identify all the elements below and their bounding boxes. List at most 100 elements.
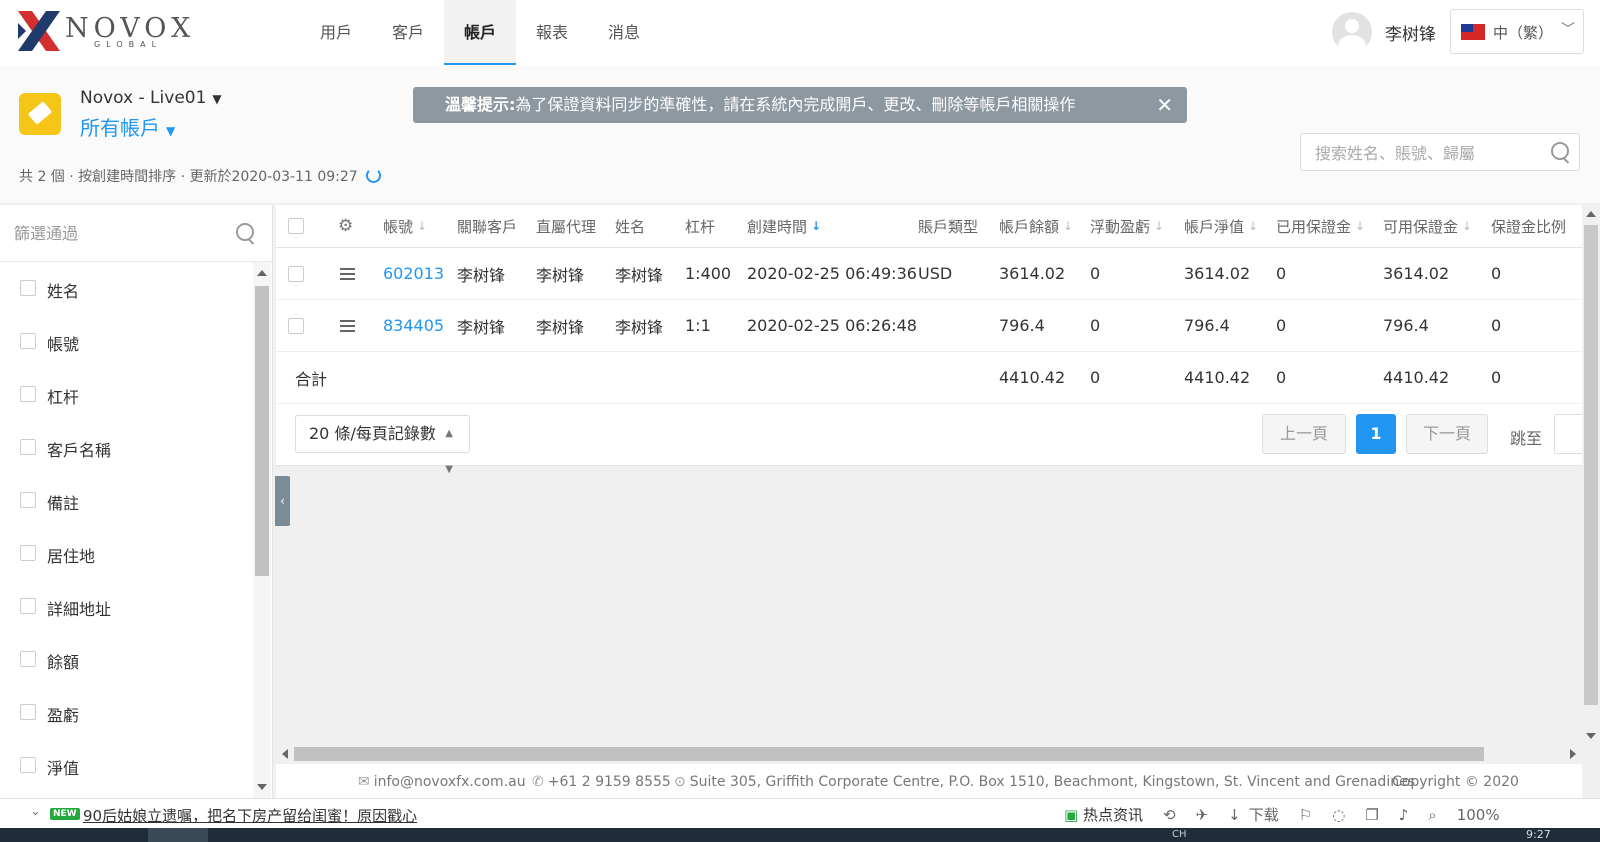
filter-item-residence[interactable]: 居住地 <box>0 527 252 580</box>
next-page-button[interactable]: 下一頁 <box>1406 414 1488 454</box>
download-icon[interactable]: ↓ <box>1228 806 1241 824</box>
nav-accounts[interactable]: 帳戶 <box>444 0 516 66</box>
checkbox[interactable] <box>20 651 36 667</box>
gear-icon[interactable]: ⚙ <box>338 216 353 236</box>
filter-item-balance[interactable]: 餘額 <box>0 633 252 686</box>
news-link[interactable]: 90后姑娘立遗嘱，把名下房产留给闺蜜！原因戳心 <box>83 805 417 826</box>
account-subheader: Novox - Live01 ▼ 所有帳戶 ▼ 溫馨提示:為了保證資料同步的準確性，… <box>0 65 1600 203</box>
account-link[interactable]: 602013 <box>383 248 444 299</box>
checkbox[interactable] <box>20 757 36 773</box>
checkbox[interactable] <box>20 545 36 561</box>
margin-ratio: 0 <box>1491 316 1502 335</box>
close-icon[interactable]: ✕ <box>1156 87 1173 123</box>
col-account[interactable]: 帳號 ↓ <box>383 205 427 247</box>
col-equity[interactable]: 帳戶淨值 ↓ <box>1184 205 1258 247</box>
sort-icon[interactable]: ↓ <box>1355 219 1365 233</box>
filter-item-leverage[interactable]: 杠杆 <box>0 368 252 421</box>
checkbox[interactable] <box>20 439 36 455</box>
horizontal-scrollbar[interactable] <box>276 745 1582 763</box>
scroll-left-icon[interactable] <box>282 749 288 759</box>
search-icon[interactable] <box>1551 142 1569 160</box>
page-size-select[interactable]: 20 條/每頁記錄數 ▲ ▼ <box>295 415 470 475</box>
footer-email[interactable]: ✉ info@novoxfx.com.au <box>358 774 526 790</box>
prev-page-button[interactable]: 上一頁 <box>1262 414 1346 454</box>
sort-icon[interactable]: ↓ <box>1248 219 1258 233</box>
novox-logo[interactable]: NOVOX GLOBAL <box>18 11 190 53</box>
server-selector[interactable]: Novox - Live01 ▼ <box>80 88 222 108</box>
nav-clients[interactable]: 客戶 <box>372 0 444 63</box>
zoom-level[interactable]: 100% <box>1457 806 1500 824</box>
sort-icon[interactable]: ↓ <box>1063 219 1073 233</box>
account-link[interactable]: 834405 <box>383 300 444 351</box>
col-floating[interactable]: 浮動盈虧 ↓ <box>1090 205 1164 247</box>
jump-page-input[interactable] <box>1554 414 1582 454</box>
footer-copyright: Copyright © 2020 <box>1392 774 1519 790</box>
scroll-thumb[interactable] <box>294 747 1484 761</box>
logo-subtitle: GLOBAL <box>94 40 163 49</box>
filter-search-input[interactable] <box>12 219 236 247</box>
account-filter-dropdown[interactable]: 所有帳戶 ▼ <box>80 112 175 141</box>
scroll-down-icon[interactable] <box>1586 733 1596 739</box>
col-created[interactable]: 創建時間 ↓ <box>747 205 821 247</box>
filter-item-client-name[interactable]: 客戶名稱 <box>0 421 252 474</box>
filter-item-remark[interactable]: 備註 <box>0 474 252 527</box>
filter-item-account[interactable]: 帳號 <box>0 315 252 368</box>
sort-icon[interactable]: ↓ <box>1462 219 1472 233</box>
checkbox[interactable] <box>20 598 36 614</box>
browser-icon[interactable]: ◌ <box>1332 806 1345 824</box>
account-search-input[interactable] <box>1313 140 1547 166</box>
col-balance[interactable]: 帳戶餘額 ↓ <box>999 205 1073 247</box>
jump-label: 跳至 <box>1510 429 1543 448</box>
speed-icon[interactable]: ⟲ <box>1163 806 1176 824</box>
total-used-margin: 0 <box>1276 368 1287 387</box>
menu-icon[interactable] <box>340 319 355 332</box>
select-all-checkbox[interactable] <box>288 218 304 234</box>
filter-item-name[interactable]: 姓名 <box>0 262 252 315</box>
window-icon[interactable]: ❐ <box>1365 806 1378 824</box>
taskbar-app[interactable] <box>148 828 208 842</box>
col-free-margin[interactable]: 可用保證金 ↓ <box>1383 205 1472 247</box>
download-label[interactable]: 下载 <box>1249 804 1279 825</box>
checkbox[interactable] <box>20 333 36 349</box>
vertical-scrollbar[interactable] <box>1582 205 1600 745</box>
menu-icon[interactable] <box>340 267 355 280</box>
checkbox[interactable] <box>20 704 36 720</box>
caret-down-icon: ▼ <box>166 124 176 138</box>
row-checkbox[interactable] <box>288 265 304 282</box>
chevron-down-icon[interactable]: ⌄ <box>30 804 41 819</box>
sort-desc-icon[interactable]: ↓ <box>811 219 821 233</box>
filter-item-address[interactable]: 詳細地址 <box>0 580 252 633</box>
ime-indicator[interactable]: CH <box>1172 829 1187 840</box>
hot-news-button[interactable]: ▣ 热点资讯 <box>1064 804 1143 825</box>
checkbox[interactable] <box>20 280 36 296</box>
sort-icon[interactable]: ↓ <box>1154 219 1164 233</box>
search-icon[interactable] <box>236 223 254 241</box>
filter-item-equity[interactable]: 淨值 <box>0 739 252 792</box>
filter-item-pnl[interactable]: 盈虧 <box>0 686 252 739</box>
checkbox[interactable] <box>20 492 36 508</box>
volume-icon[interactable]: ♪ <box>1399 806 1409 824</box>
scroll-down-icon[interactable] <box>257 784 267 790</box>
zoom-icon[interactable]: ⌕ <box>1428 806 1436 824</box>
user-avatar[interactable] <box>1332 12 1372 52</box>
refresh-icon[interactable] <box>365 168 381 183</box>
col-label: 創建時間 <box>747 217 808 236</box>
nav-users[interactable]: 用戶 <box>300 0 372 63</box>
row-checkbox[interactable] <box>288 317 304 334</box>
nav-messages[interactable]: 消息 <box>588 0 660 63</box>
sidebar-scrollbar[interactable] <box>253 262 271 798</box>
nav-reports[interactable]: 報表 <box>516 0 588 63</box>
col-used-margin[interactable]: 已用保證金 ↓ <box>1276 205 1365 247</box>
username[interactable]: 李树锋 <box>1385 20 1436 45</box>
page-1-button[interactable]: 1 <box>1356 414 1396 454</box>
scroll-thumb[interactable] <box>1584 225 1598 705</box>
pin-icon[interactable]: ✈ <box>1196 806 1209 824</box>
scroll-right-icon[interactable] <box>1570 749 1576 759</box>
scroll-up-icon[interactable] <box>1586 211 1596 217</box>
sort-icon[interactable]: ↓ <box>417 219 427 233</box>
scroll-up-icon[interactable] <box>257 270 267 276</box>
language-select[interactable]: 中（繁） ﹀ <box>1450 9 1584 54</box>
flag-tool-icon[interactable]: ⚐ <box>1299 806 1312 824</box>
scroll-thumb[interactable] <box>255 286 269 576</box>
checkbox[interactable] <box>20 386 36 402</box>
